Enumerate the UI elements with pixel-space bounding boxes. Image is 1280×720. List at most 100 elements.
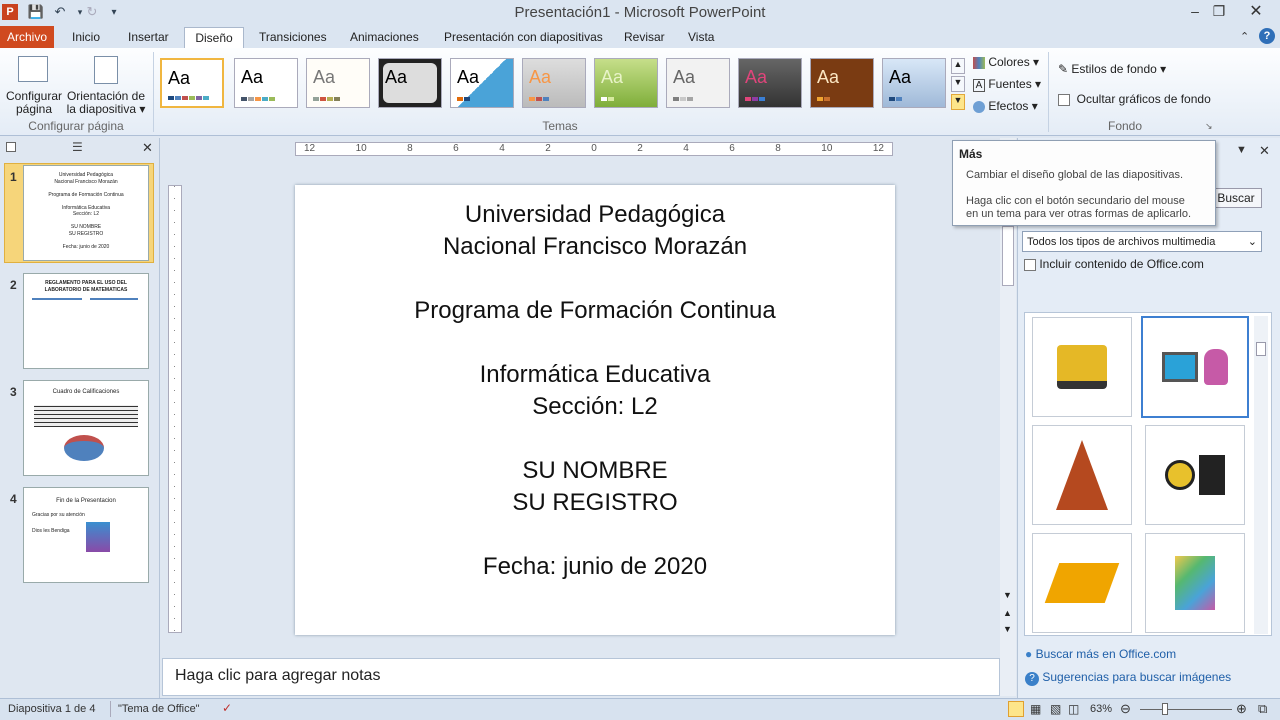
dialog-launcher-icon[interactable]: ↘ [1205, 121, 1213, 132]
colors-icon [973, 56, 985, 69]
slide-date[interactable]: Fecha: junio de 2020 [295, 553, 895, 581]
sugerencias-link[interactable]: ? Sugerencias para buscar imágenes [1025, 670, 1231, 686]
fuentes-label: Fuentes [988, 77, 1032, 91]
restore-icon[interactable]: ❐ [1204, 0, 1234, 22]
pagoda-clip[interactable] [1032, 425, 1132, 525]
zoom-in-icon[interactable]: ⊕ [1236, 701, 1247, 717]
page-setup-icon[interactable] [18, 56, 48, 82]
slide-title-line1[interactable]: Universidad Pedagógica [295, 201, 895, 229]
theme-3[interactable]: Aa [306, 58, 370, 108]
slide-thumbnail-1[interactable]: Universidad Pedagógica Nacional Francisco… [23, 165, 149, 261]
tab-diseno[interactable]: Diseño [184, 27, 244, 48]
close-clipart-pane-icon[interactable]: ✕ [1259, 143, 1270, 159]
slide-program[interactable]: Programa de Formación Continua [295, 297, 895, 325]
efectos-button[interactable]: Efectos ▾ [973, 99, 1038, 113]
slide-sorter-icon[interactable]: ▦ [1030, 702, 1041, 716]
theme-name[interactable]: "Tema de Office" [118, 703, 200, 715]
zoom-level[interactable]: 63% [1090, 703, 1112, 715]
slide-registro[interactable]: SU REGISTRO [295, 489, 895, 517]
horizontal-ruler[interactable]: 12 10 8 6 4 2 0 2 4 6 8 10 12 [295, 142, 893, 156]
outline-tab-icon[interactable]: ☰ [72, 140, 83, 154]
more-themes-icon[interactable]: ▼ [951, 94, 965, 110]
ocultar-graficos-checkbox[interactable]: Ocultar gráficos de fondo [1058, 92, 1211, 106]
zoom-out-icon[interactable]: ⊖ [1120, 701, 1131, 717]
tab-vista[interactable]: Vista [682, 27, 720, 48]
theme-10[interactable]: Aa [810, 58, 874, 108]
tab-animaciones[interactable]: Animaciones [344, 27, 425, 48]
include-office-checkbox[interactable]: Incluir contenido de Office.com [1024, 257, 1204, 271]
theme-office[interactable]: Aa [160, 58, 224, 108]
lightbulb-thinker-clip[interactable] [1145, 425, 1245, 525]
slide-canvas[interactable]: Universidad Pedagógica Nacional Francisc… [295, 185, 895, 635]
colores-button[interactable]: Colores ▾ [973, 55, 1039, 69]
checkbox-icon [1024, 258, 1036, 271]
thumb-number: 3 [10, 385, 17, 399]
slide-thumbnail-2[interactable]: REGLAMENTO PARA EL USO DEL LABORATORIO DE… [23, 273, 149, 369]
tab-inicio[interactable]: Inicio [66, 27, 106, 48]
slide-thumbnail-4[interactable]: Fin de la Presentacion Gracias por su at… [23, 487, 149, 583]
estilos-fondo-label: Estilos de fondo [1071, 62, 1157, 76]
slide-thumbnail-3[interactable]: Cuadro de Calificaciones [23, 380, 149, 476]
thumb-line: REGLAMENTO PARA EL USO DEL [45, 280, 127, 286]
theme-4[interactable]: Aa [378, 58, 442, 108]
media-type-select[interactable]: Todos los tipos de archivos multimedia ⌄ [1022, 231, 1262, 252]
collapse-ribbon-icon[interactable]: ⌃ [1240, 30, 1249, 43]
slideshow-icon[interactable]: ◫ [1068, 702, 1079, 716]
reading-view-icon[interactable]: ▧ [1050, 702, 1061, 716]
clipart-scrollbar[interactable] [1254, 316, 1268, 634]
zoom-slider[interactable] [1140, 709, 1232, 710]
slide-section[interactable]: Sección: L2 [295, 393, 895, 421]
orientacion-button[interactable]: Orientación de la diapositiva ▾ [64, 90, 148, 116]
theme-11[interactable]: Aa [882, 58, 946, 108]
theme-5[interactable]: Aa [450, 58, 514, 108]
ruler-labels: 12 10 8 6 4 2 0 2 4 6 8 10 12 [304, 143, 884, 154]
tab-revisar[interactable]: Revisar [618, 27, 671, 48]
theme-sample-text: Aa [529, 67, 552, 87]
fuentes-button[interactable]: A Fuentes ▾ [973, 77, 1041, 92]
fit-slide-icon[interactable]: ⧉ [1258, 701, 1267, 717]
tab-insertar[interactable]: Insertar [122, 27, 175, 48]
close-icon[interactable]: ✕ [1238, 0, 1274, 22]
person-shape [1204, 349, 1228, 385]
forklift-clip[interactable] [1032, 317, 1132, 417]
crane-clip[interactable] [1032, 533, 1132, 633]
background-styles-icon: ✎ [1058, 62, 1069, 76]
configurar-pagina-button[interactable]: Configurar página [2, 90, 66, 116]
vertical-ruler[interactable] [168, 185, 182, 633]
slide-course[interactable]: Informática Educativa [295, 361, 895, 389]
tab-archivo[interactable]: Archivo [0, 26, 54, 48]
notes-pane[interactable]: Haga clic para agregar notas [162, 658, 1000, 696]
slide-name[interactable]: SU NOMBRE [295, 457, 895, 485]
close-pane-icon[interactable]: ✕ [142, 140, 153, 156]
theme-8[interactable]: Aa [666, 58, 730, 108]
help-icon[interactable]: ? [1259, 28, 1275, 44]
thumb-clipart [86, 522, 110, 552]
slide-orientation-icon[interactable] [94, 56, 118, 84]
colores-label: Colores [988, 55, 1030, 69]
themes-scroll-down-icon[interactable]: ▼ [951, 76, 965, 92]
group-label-temas: Temas [542, 119, 578, 133]
slide-title-line2[interactable]: Nacional Francisco Morazán [295, 233, 895, 261]
theme-2[interactable]: Aa [234, 58, 298, 108]
buscar-mas-link[interactable]: ● Buscar más en Office.com [1025, 647, 1176, 661]
theme-9[interactable]: Aa [738, 58, 802, 108]
estilos-fondo-button[interactable]: ✎ Estilos de fondo ▾ [1058, 62, 1166, 76]
spellcheck-icon[interactable]: ✓ [222, 701, 232, 715]
thumb-number: 4 [10, 492, 17, 506]
computer-user-clip[interactable] [1141, 316, 1249, 418]
theme-6[interactable]: Aa [522, 58, 586, 108]
help-icon: ? [1025, 672, 1039, 686]
notes-placeholder[interactable]: Haga clic para agregar notas [175, 667, 380, 685]
zoom-slider-thumb[interactable] [1162, 703, 1168, 715]
tab-presentacion[interactable]: Presentación con diapositivas [438, 27, 609, 48]
lightbulb-shape [1165, 460, 1195, 490]
buscar-button[interactable]: Buscar [1210, 188, 1262, 208]
thumb-pie-chart [64, 435, 104, 461]
tab-transiciones[interactable]: Transiciones [253, 27, 333, 48]
slides-tab-icon[interactable] [6, 142, 16, 152]
colorful-papers-clip[interactable] [1145, 533, 1245, 633]
theme-7[interactable]: Aa [594, 58, 658, 108]
pane-options-icon[interactable]: ▼ [1236, 144, 1247, 156]
normal-view-icon[interactable] [1008, 701, 1024, 717]
themes-scroll-up-icon[interactable]: ▲ [951, 58, 965, 74]
